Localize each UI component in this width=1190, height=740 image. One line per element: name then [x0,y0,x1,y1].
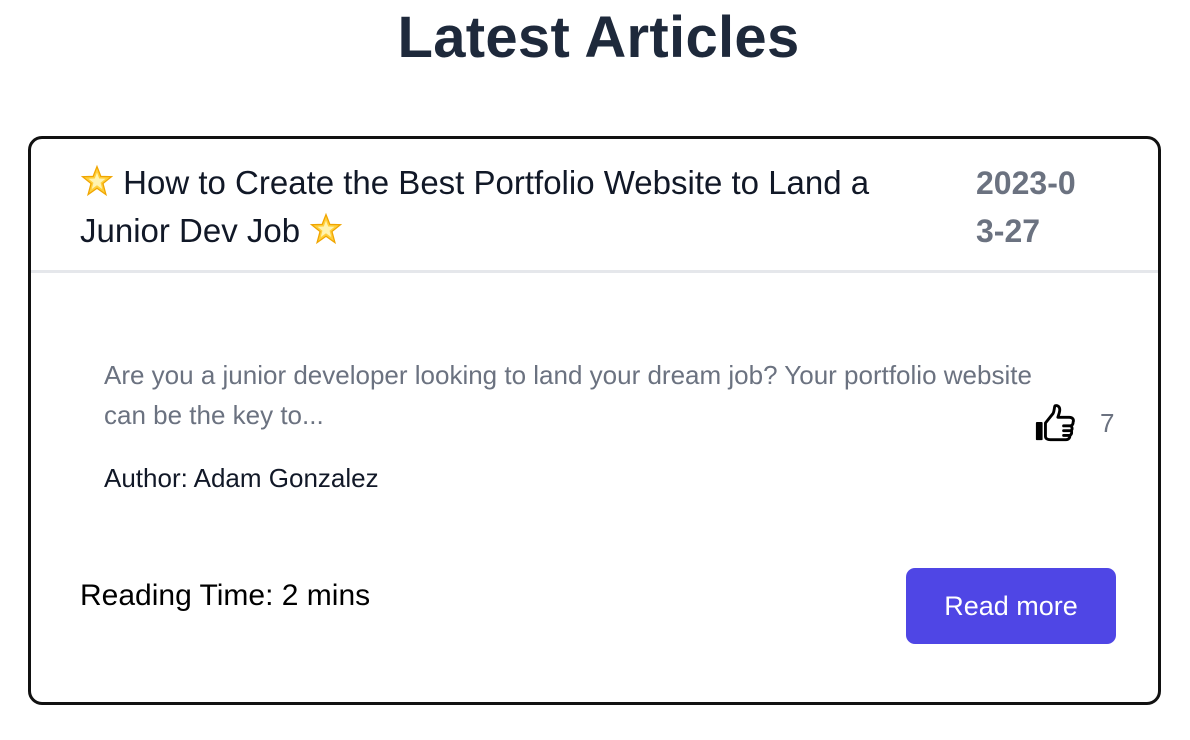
like-count: 7 [1100,407,1115,438]
thumbs-up-icon[interactable] [1034,402,1076,444]
article-date: 2023-03-27 [976,165,1076,249]
article-author: Author: Adam Gonzalez [104,463,379,493]
reading-time: Reading Time: 2 mins [80,579,371,612]
article-title: How to Create the Best Portfolio Website… [80,159,950,255]
like-group: 7 [1034,402,1114,444]
page-title: Latest Articles [397,5,800,70]
glowing-star-icon [310,212,343,245]
article-card: How to Create the Best Portfolio Website… [28,136,1161,705]
read-more-button[interactable]: Read more [906,568,1116,644]
article-excerpt: Are you a junior developer looking to la… [104,360,1032,430]
article-card-header: How to Create the Best Portfolio Website… [31,139,1158,273]
glowing-star-icon [80,164,114,197]
article-title-text: How to Create the Best Portfolio Website… [80,164,870,249]
page: Latest Articles How to Create the Best P… [0,0,1190,740]
